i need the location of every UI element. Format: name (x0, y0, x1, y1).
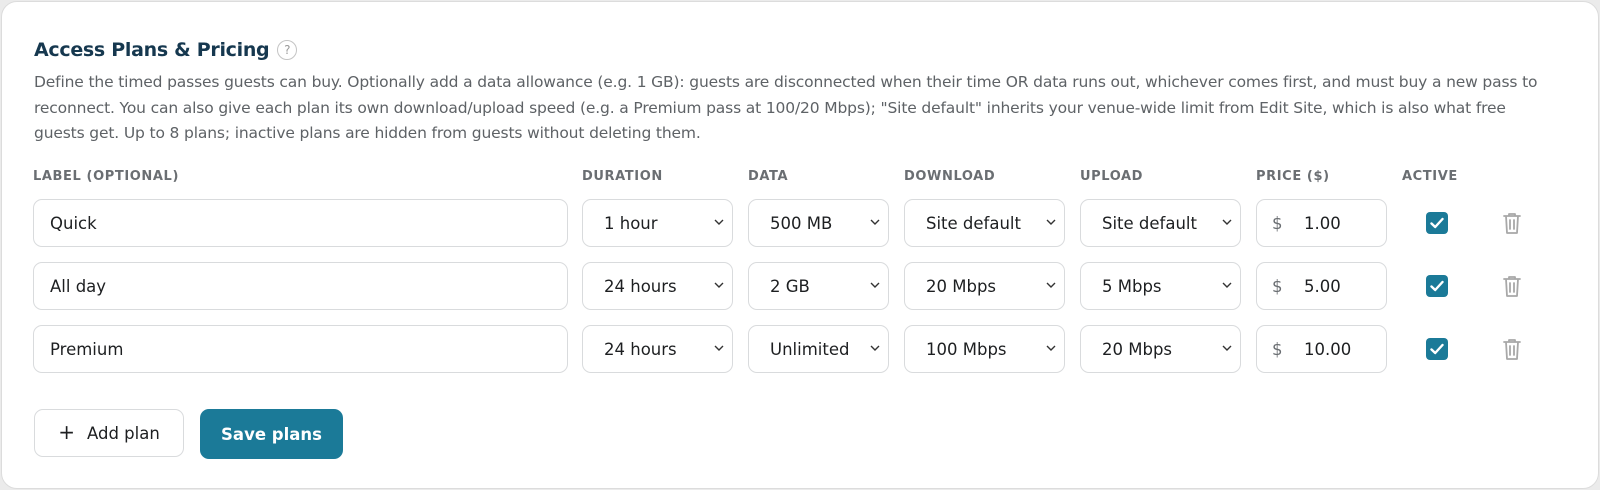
data-value: 2 GB (770, 276, 810, 296)
active-checkbox[interactable] (1426, 275, 1448, 297)
plan-label-input[interactable]: Premium (33, 325, 568, 373)
plus-icon: + (58, 420, 75, 444)
currency-symbol: $ (1272, 213, 1283, 233)
chevron-down-icon (870, 280, 880, 290)
help-icon[interactable]: ? (277, 40, 298, 60)
download-select[interactable]: Site default (904, 199, 1065, 247)
add-plan-label: Add plan (86, 423, 160, 443)
duration-select[interactable]: 1 hour (582, 199, 733, 247)
upload-select[interactable]: 5 Mbps (1080, 262, 1241, 310)
duration-select[interactable]: 24 hours (582, 325, 733, 373)
chevron-down-icon (1046, 343, 1056, 353)
chevron-down-icon (1222, 343, 1232, 353)
download-value: 100 Mbps (926, 339, 1007, 359)
column-header-data: DATA (748, 169, 789, 184)
data-select[interactable]: Unlimited (748, 325, 889, 373)
download-value: Site default (926, 213, 1021, 233)
upload-value: Site default (1102, 213, 1197, 233)
trash-icon[interactable] (1502, 337, 1522, 361)
section-title: Access Plans & Pricing (34, 39, 270, 61)
section-description: Define the timed passes guests can buy. … (34, 73, 1538, 142)
trash-icon[interactable] (1502, 274, 1522, 298)
price-value: 10.00 (1304, 339, 1352, 359)
chevron-down-icon (714, 280, 724, 290)
checkmark-icon (1430, 343, 1444, 355)
plan-label-input[interactable]: All day (33, 262, 568, 310)
chevron-down-icon (1046, 280, 1056, 290)
column-header-active: ACTIVE (1402, 169, 1458, 184)
column-header-download: DOWNLOAD (904, 169, 996, 184)
plan-label-value: Premium (50, 339, 124, 359)
duration-select[interactable]: 24 hours (582, 262, 733, 310)
save-plans-button[interactable]: Save plans (200, 409, 343, 459)
trash-icon[interactable] (1502, 211, 1522, 235)
plan-label-input[interactable]: Quick (33, 199, 568, 247)
price-input[interactable]: $5.00 (1256, 262, 1387, 310)
chevron-down-icon (1222, 217, 1232, 227)
download-select[interactable]: 100 Mbps (904, 325, 1065, 373)
chevron-down-icon (1046, 217, 1056, 227)
column-header-price: PRICE ($) (1256, 169, 1330, 184)
checkmark-icon (1430, 280, 1444, 292)
plan-label-value: Quick (50, 213, 97, 233)
currency-symbol: $ (1272, 276, 1283, 296)
active-checkbox[interactable] (1426, 212, 1448, 234)
download-value: 20 Mbps (926, 276, 997, 296)
upload-value: 5 Mbps (1102, 276, 1162, 296)
chevron-down-icon (714, 217, 724, 227)
chevron-down-icon (714, 343, 724, 353)
access-plans-card: Access Plans & Pricing ? Define the time… (1, 1, 1599, 489)
checkmark-icon (1430, 217, 1444, 229)
data-value: Unlimited (770, 339, 850, 359)
section-header: Access Plans & Pricing ? (34, 37, 298, 63)
chevron-down-icon (870, 343, 880, 353)
column-header-duration: DURATION (582, 169, 663, 184)
price-value: 1.00 (1304, 213, 1341, 233)
column-header-upload: UPLOAD (1080, 169, 1144, 184)
active-checkbox[interactable] (1426, 338, 1448, 360)
data-value: 500 MB (770, 213, 833, 233)
data-select[interactable]: 500 MB (748, 199, 889, 247)
price-input[interactable]: $10.00 (1256, 325, 1387, 373)
price-input[interactable]: $1.00 (1256, 199, 1387, 247)
column-header-label: LABEL (OPTIONAL) (33, 169, 179, 184)
upload-select[interactable]: 20 Mbps (1080, 325, 1241, 373)
download-select[interactable]: 20 Mbps (904, 262, 1065, 310)
chevron-down-icon (1222, 280, 1232, 290)
plan-label-value: All day (50, 276, 107, 296)
upload-select[interactable]: Site default (1080, 199, 1241, 247)
price-value: 5.00 (1304, 276, 1341, 296)
duration-value: 1 hour (604, 213, 658, 233)
upload-value: 20 Mbps (1102, 339, 1173, 359)
data-select[interactable]: 2 GB (748, 262, 889, 310)
currency-symbol: $ (1272, 339, 1283, 359)
duration-value: 24 hours (604, 339, 677, 359)
duration-value: 24 hours (604, 276, 677, 296)
add-plan-button[interactable]: + Add plan (34, 409, 184, 457)
chevron-down-icon (870, 217, 880, 227)
